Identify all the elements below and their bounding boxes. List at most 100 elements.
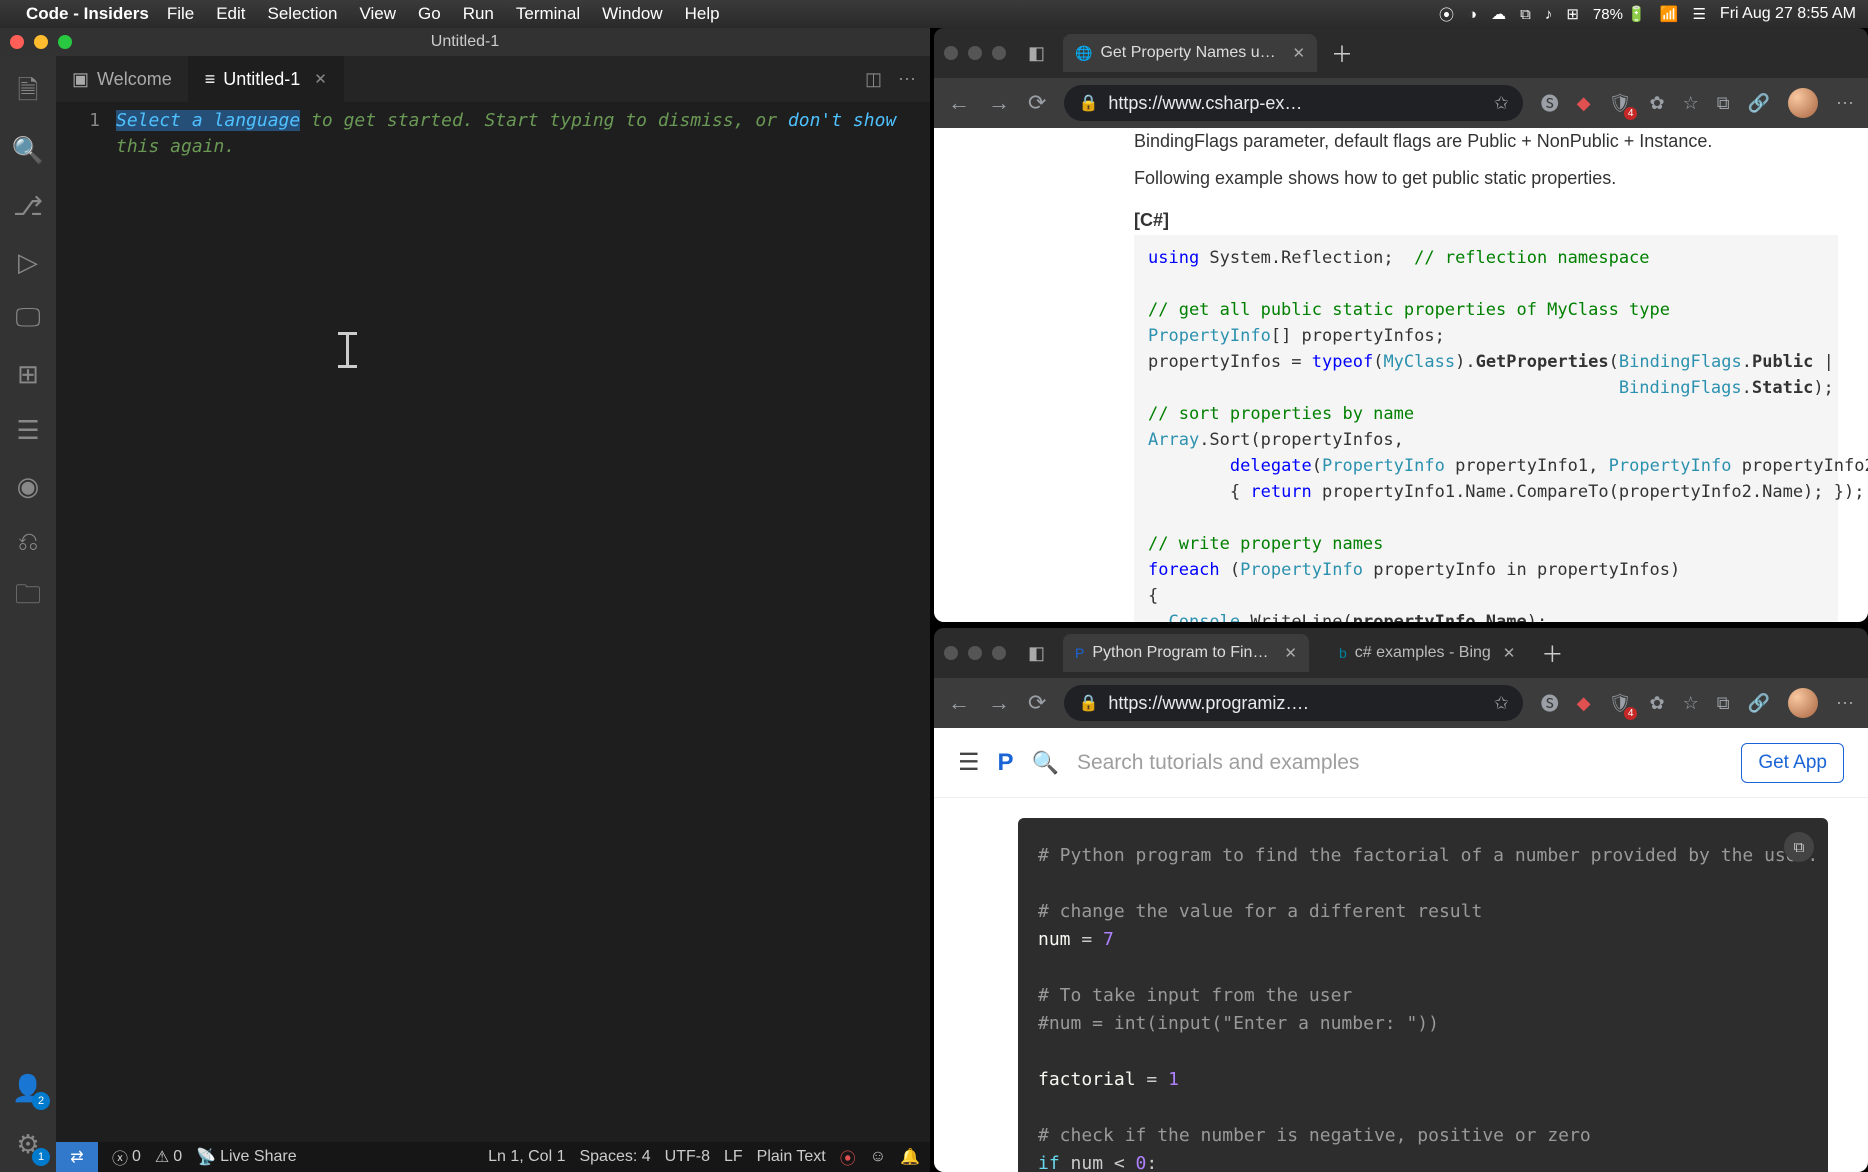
back-button[interactable]: ← (948, 90, 970, 116)
run-debug-icon[interactable]: ▷ (0, 234, 56, 290)
source-control-icon[interactable]: ⎇ (0, 178, 56, 234)
extension-icon[interactable]: 🅢 (1541, 90, 1559, 116)
wifi-icon[interactable]: 📶 (1660, 5, 1679, 23)
bookmark-icon[interactable]: ✩ (1494, 693, 1509, 714)
language-mode[interactable]: Plain Text (757, 1148, 826, 1166)
get-app-button[interactable]: Get App (1741, 743, 1844, 783)
browser-tab-active[interactable]: P Python Program to Find the Fa ✕ (1063, 634, 1309, 672)
forward-button[interactable]: → (988, 690, 1010, 716)
extensions-menu-icon[interactable]: ✿ (1649, 693, 1664, 714)
status-icon[interactable]: ♪ (1545, 6, 1553, 23)
problems-errors[interactable]: ⓧ 0 (112, 1145, 141, 1169)
eol[interactable]: LF (724, 1148, 743, 1166)
editor-content[interactable]: 1 Select a language to get started. Star… (56, 102, 930, 1142)
address-bar[interactable]: 🔒 https://www.programiz…. ✩ (1064, 685, 1522, 721)
search-icon[interactable]: 🔍 (0, 122, 56, 178)
status-icon[interactable]: ⦿ (1439, 4, 1454, 25)
bookmark-icon[interactable]: ✩ (1494, 93, 1509, 114)
extension-icon[interactable]: ◆ (1577, 693, 1591, 714)
status-icon[interactable]: ⧉ (1520, 6, 1531, 23)
menu-terminal[interactable]: Terminal (516, 4, 580, 24)
close-button[interactable] (944, 646, 958, 660)
settings-icon[interactable]: ⚙1 (0, 1116, 56, 1172)
forward-button[interactable]: → (988, 90, 1010, 116)
reload-button[interactable]: ⟳ (1028, 90, 1046, 116)
accounts-icon[interactable]: 👤2 (0, 1060, 56, 1116)
select-language-link[interactable]: Select a language (116, 110, 300, 131)
close-icon[interactable]: ✕ (1292, 44, 1305, 62)
menu-file[interactable]: File (167, 4, 194, 24)
menu-selection[interactable]: Selection (268, 4, 338, 24)
indentation[interactable]: Spaces: 4 (579, 1148, 650, 1166)
remote-explorer-icon[interactable]: 🖵 (0, 290, 56, 346)
extension-adblock-icon[interactable]: 🛡 (1609, 93, 1632, 114)
screencast-icon[interactable]: ⦿ (840, 1145, 856, 1169)
problems-warnings[interactable]: ⚠ 0 (155, 1147, 182, 1167)
folder-icon[interactable]: 🗀 (0, 570, 56, 626)
close-icon[interactable]: ✕ (314, 70, 327, 88)
page-content[interactable]: ☰ P 🔍 Search tutorials and examples Get … (934, 728, 1868, 1172)
favorites-icon[interactable]: ☆ (1683, 93, 1699, 114)
menu-help[interactable]: Help (685, 4, 720, 24)
dont-show-link[interactable]: don't show (788, 110, 896, 131)
status-icon[interactable]: ☁ (1491, 5, 1506, 23)
more-icon[interactable]: ⋯ (898, 69, 916, 90)
avatar[interactable] (1788, 688, 1818, 718)
split-editor-icon[interactable]: ◫ (865, 69, 882, 90)
share-icon[interactable]: 🔗 (1748, 93, 1770, 114)
menu-icon[interactable]: ☰ (958, 748, 980, 777)
close-icon[interactable]: ✕ (1284, 644, 1297, 662)
close-button[interactable] (10, 35, 24, 49)
encoding[interactable]: UTF-8 (665, 1148, 710, 1166)
tab-untitled[interactable]: ≡ Untitled-1 ✕ (189, 56, 344, 102)
logo[interactable]: P (998, 749, 1014, 777)
address-bar[interactable]: 🔒 https://www.csharp-ex… ✩ (1064, 85, 1522, 121)
extensions-menu-icon[interactable]: ✿ (1649, 93, 1664, 114)
back-button[interactable]: ← (948, 690, 970, 716)
menu-edit[interactable]: Edit (216, 4, 245, 24)
close-button[interactable] (944, 46, 958, 60)
menu-icon[interactable]: ⋯ (1836, 93, 1854, 114)
extensions-icon[interactable]: ⊞ (0, 346, 56, 402)
notifications-icon[interactable]: 🔔 (900, 1147, 920, 1167)
browser-tab[interactable]: b c# examples - Bing ✕ (1327, 634, 1527, 672)
menu-window[interactable]: Window (602, 4, 662, 24)
explorer-icon[interactable]: 🗎 (0, 66, 56, 122)
edge-icon[interactable]: ◉ (0, 458, 56, 514)
extension-icon[interactable]: ◆ (1577, 93, 1591, 114)
extension-icon[interactable]: 🅢 (1541, 690, 1559, 716)
menu-view[interactable]: View (359, 4, 396, 24)
minimize-button[interactable] (968, 646, 982, 660)
remote-button[interactable]: ⇄ (56, 1142, 98, 1172)
extension-adblock-icon[interactable]: 🛡 (1609, 693, 1632, 714)
avatar[interactable] (1788, 88, 1818, 118)
status-icon[interactable]: ⊞ (1566, 5, 1579, 23)
tab-welcome[interactable]: ▣ Welcome (56, 56, 189, 102)
menu-icon[interactable]: ⋯ (1836, 693, 1854, 714)
control-center-icon[interactable]: ☰ (1692, 5, 1705, 23)
close-icon[interactable]: ✕ (1503, 644, 1516, 662)
favorites-icon[interactable]: ☆ (1683, 693, 1699, 714)
cursor-position[interactable]: Ln 1, Col 1 (488, 1148, 565, 1166)
collections-icon[interactable]: ⧉ (1717, 693, 1730, 714)
collections-icon[interactable]: ⧉ (1717, 93, 1730, 114)
search-icon[interactable]: 🔍 (1032, 750, 1059, 776)
page-content[interactable]: BindingFlags parameter, default flags ar… (934, 128, 1868, 622)
clock[interactable]: Fri Aug 27 8:55 AM (1720, 5, 1856, 23)
sidebar-icon[interactable]: ◧ (1028, 643, 1045, 664)
sidebar-icon[interactable]: ◧ (1028, 43, 1045, 64)
new-tab-button[interactable]: ＋ (1541, 637, 1563, 669)
maximize-button[interactable] (992, 646, 1006, 660)
live-share[interactable]: 📡 Live Share (196, 1147, 296, 1167)
browser-tab[interactable]: 🌐 Get Property Names using Ref ✕ (1063, 34, 1317, 72)
app-name[interactable]: Code - Insiders (26, 4, 149, 24)
menu-go[interactable]: Go (418, 4, 441, 24)
new-tab-button[interactable]: ＋ (1331, 37, 1353, 69)
status-icon[interactable]: ◑ (1468, 6, 1477, 23)
github-icon[interactable]: ⎌ (0, 514, 56, 570)
vscode-titlebar[interactable]: Untitled-1 (0, 28, 930, 56)
maximize-button[interactable] (992, 46, 1006, 60)
share-icon[interactable]: 🔗 (1748, 693, 1770, 714)
battery-percent[interactable]: 78% 🔋 (1593, 5, 1646, 23)
copy-icon[interactable]: ⧉ (1784, 832, 1814, 862)
